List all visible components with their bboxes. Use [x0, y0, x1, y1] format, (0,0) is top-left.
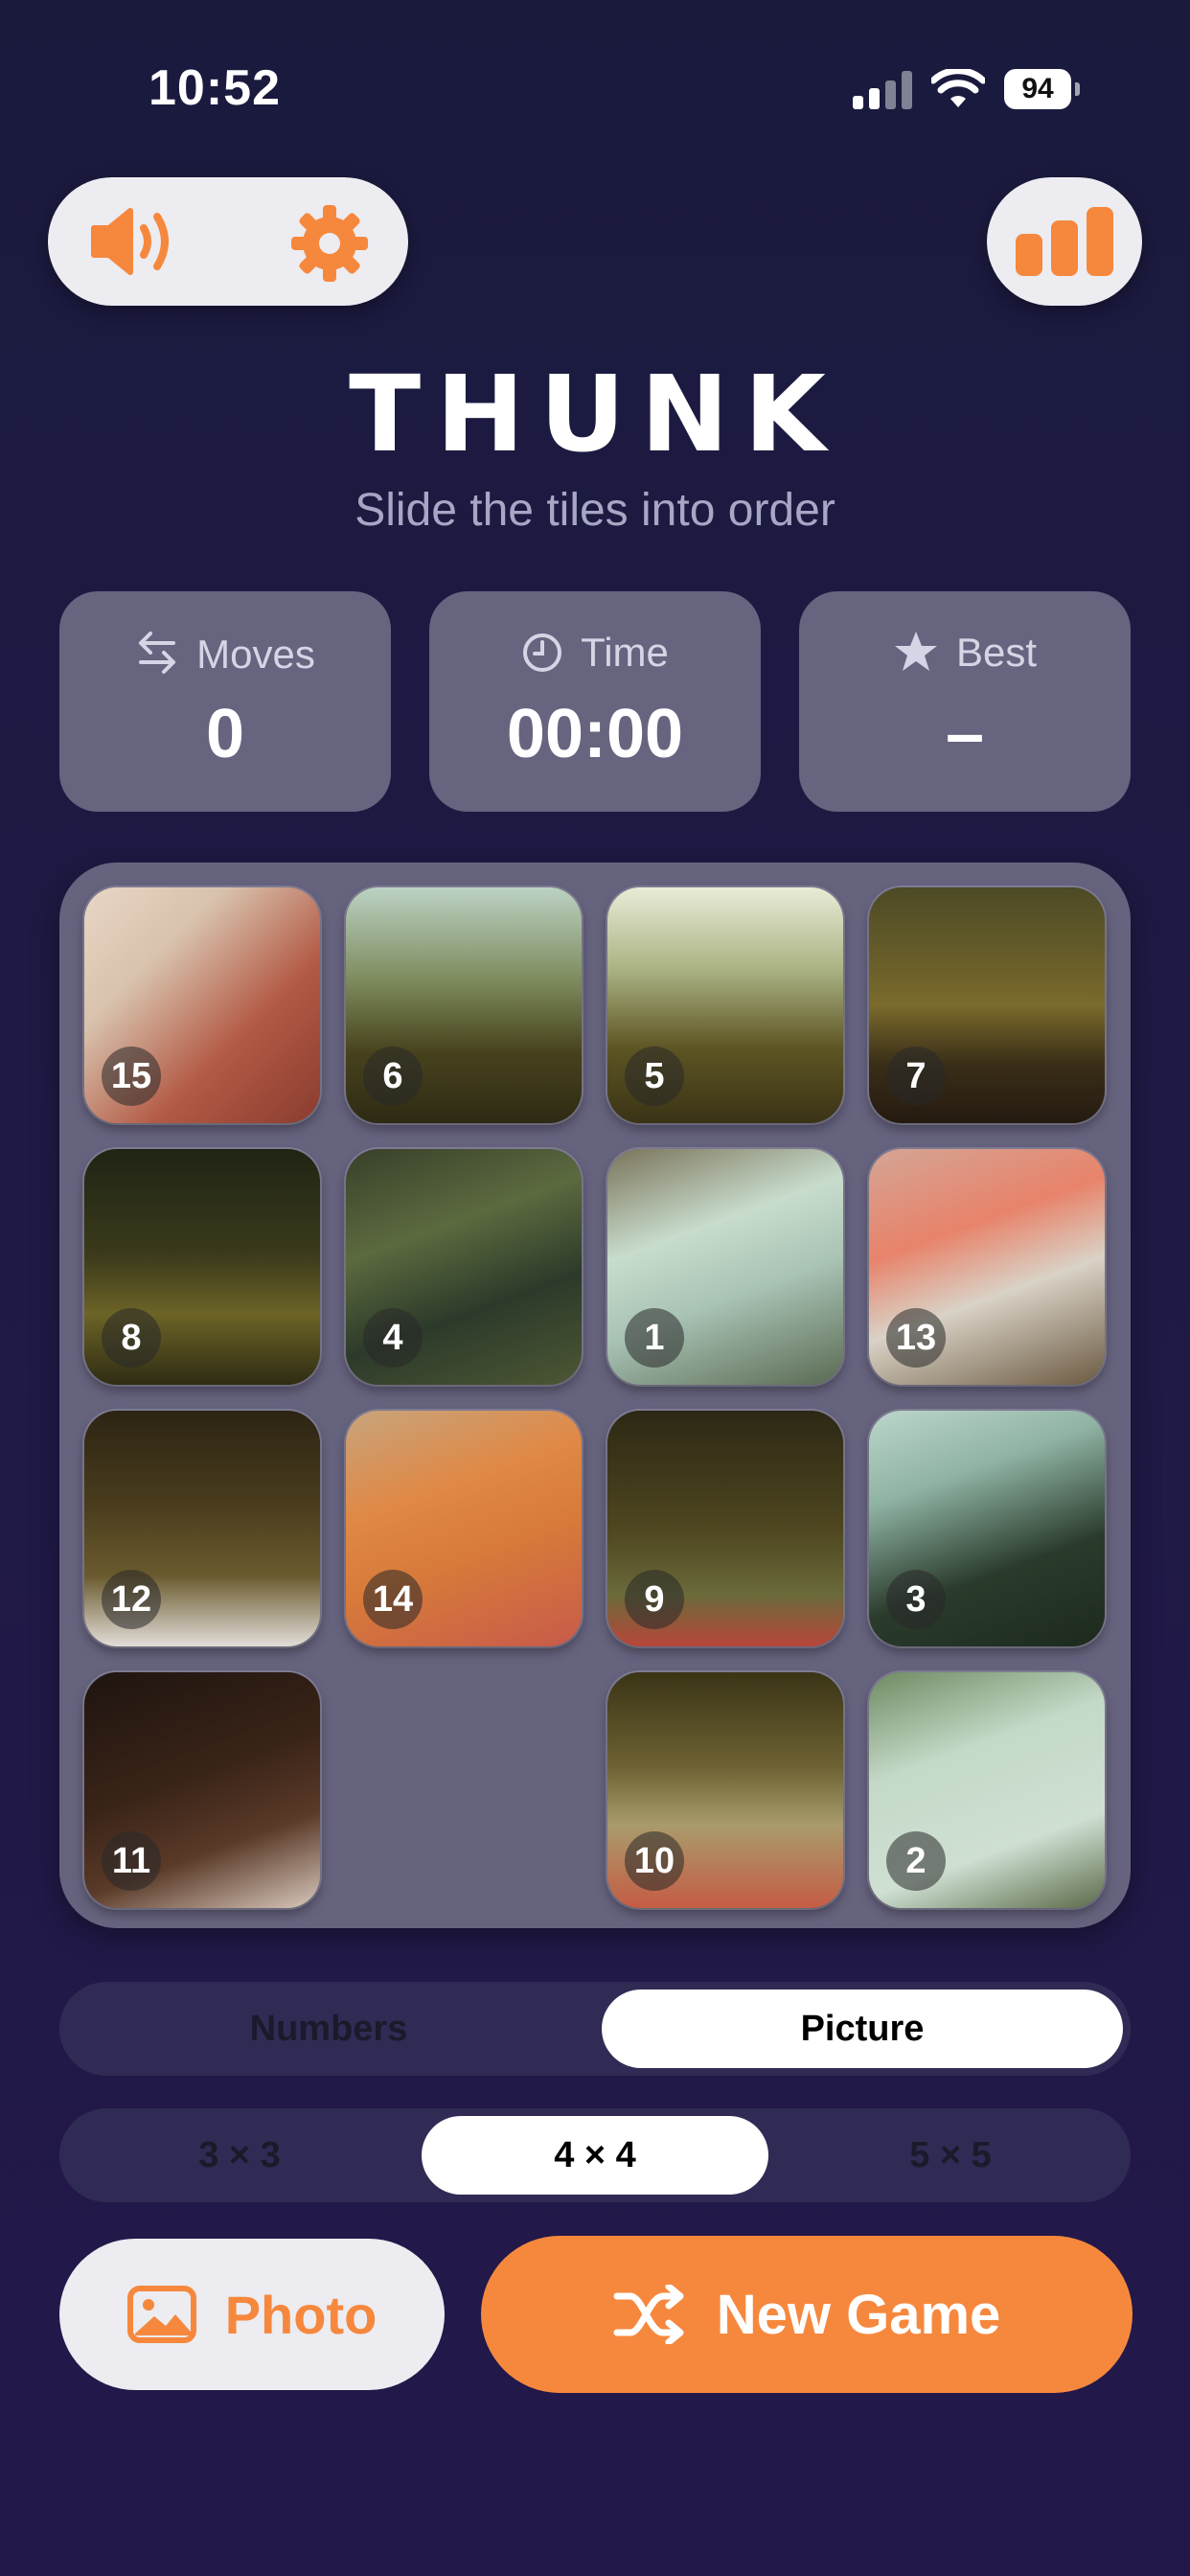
grid-3x3-option[interactable]: 3 × 3 [67, 2116, 412, 2195]
puzzle-tile[interactable]: 2 [869, 1672, 1105, 1908]
tile-number: 10 [625, 1831, 684, 1891]
puzzle-board: 15 6 5 7 8 4 1 13 12 14 9 3 11 10 2 [59, 862, 1131, 1928]
photo-button[interactable]: Photo [59, 2239, 445, 2390]
wifi-icon [929, 67, 987, 111]
puzzle-tile[interactable]: 9 [607, 1411, 843, 1646]
puzzle-tile[interactable]: 12 [84, 1411, 320, 1646]
best-card: Best – [799, 591, 1131, 812]
tile-number: 15 [102, 1046, 161, 1106]
status-time: 10:52 [149, 60, 281, 116]
grid-size-selector: 3 × 3 4 × 4 5 × 5 [59, 2108, 1131, 2202]
speaker-icon[interactable] [88, 203, 169, 280]
star-icon [894, 632, 937, 671]
puzzle-tile[interactable]: 13 [869, 1149, 1105, 1385]
grid-5x5-option[interactable]: 5 × 5 [778, 2116, 1123, 2195]
tile-number: 9 [625, 1570, 684, 1629]
swap-arrows-icon [139, 632, 176, 674]
tile-number: 4 [363, 1308, 423, 1368]
tile-number: 6 [363, 1046, 423, 1106]
shuffle-icon [613, 2285, 684, 2344]
puzzle-tile[interactable]: 11 [84, 1672, 320, 1908]
new-game-button[interactable]: New Game [481, 2236, 1133, 2393]
puzzle-tile[interactable]: 6 [346, 887, 582, 1123]
clock-icon [523, 633, 562, 672]
puzzle-tile[interactable]: 15 [84, 887, 320, 1123]
tile-number: 14 [363, 1570, 423, 1629]
time-label: Time [581, 630, 669, 675]
best-label: Best [955, 630, 1038, 675]
tile-number: 12 [102, 1570, 161, 1629]
best-value: – [945, 696, 985, 772]
bar-chart-icon [1012, 203, 1117, 280]
time-value: 00:00 [506, 696, 684, 772]
puzzle-tile[interactable]: 7 [869, 887, 1105, 1123]
mode-toggle: Numbers Picture [59, 1982, 1131, 2076]
tile-number: 13 [886, 1308, 946, 1368]
puzzle-tile[interactable]: 1 [607, 1149, 843, 1385]
image-icon [126, 2286, 196, 2343]
battery-level: 94 [1004, 69, 1071, 109]
tile-number: 5 [625, 1046, 684, 1106]
photo-button-label: Photo [224, 2284, 378, 2345]
puzzle-tile[interactable]: 10 [607, 1672, 843, 1908]
mode-numbers-option[interactable]: Numbers [67, 1990, 590, 2068]
tile-number: 11 [102, 1831, 161, 1891]
app-title: THUNK [349, 353, 841, 475]
tile-number: 1 [625, 1308, 684, 1368]
new-game-button-label: New Game [716, 2283, 1001, 2346]
moves-value: 0 [205, 696, 245, 772]
moves-card: Moves 0 [59, 591, 391, 812]
time-card: Time 00:00 [429, 591, 761, 812]
leaderboard-button[interactable] [987, 177, 1142, 306]
tile-number: 8 [102, 1308, 161, 1368]
mode-picture-option[interactable]: Picture [602, 1990, 1123, 2068]
tile-number: 2 [886, 1831, 946, 1891]
sound-settings-pill [48, 177, 408, 306]
tile-number: 7 [886, 1046, 946, 1106]
puzzle-tile[interactable]: 4 [346, 1149, 582, 1385]
puzzle-tile[interactable]: 5 [607, 887, 843, 1123]
puzzle-tile[interactable]: 14 [346, 1411, 582, 1646]
grid-4x4-option[interactable]: 4 × 4 [422, 2116, 768, 2195]
gear-icon[interactable] [289, 203, 368, 282]
puzzle-tile[interactable]: 3 [869, 1411, 1105, 1646]
battery-icon: 94 [1004, 69, 1081, 111]
cellular-signal-icon [853, 69, 912, 109]
tile-number: 3 [886, 1570, 946, 1629]
puzzle-tile[interactable]: 8 [84, 1149, 320, 1385]
app-subtitle: Slide the tiles into order [355, 485, 835, 536]
moves-label: Moves [196, 632, 315, 677]
